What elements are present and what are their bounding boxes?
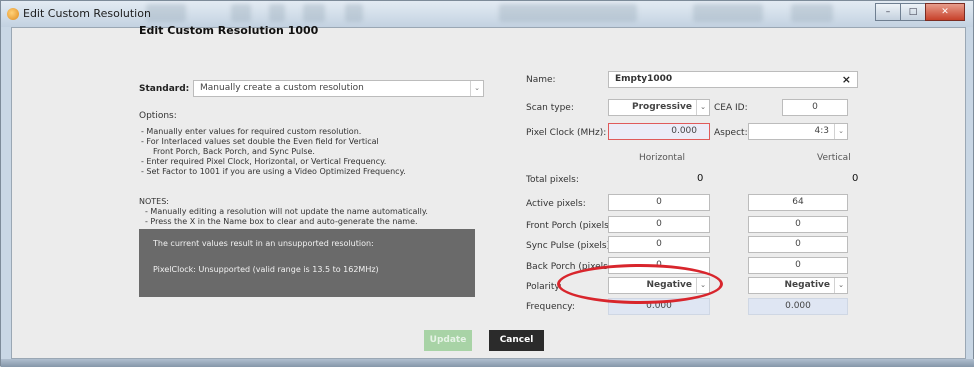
- front-porch-h-input[interactable]: 0: [608, 216, 710, 233]
- total-pixels-label: Total pixels:: [526, 175, 579, 185]
- front-porch-v-input[interactable]: 0: [748, 216, 848, 233]
- sync-pulse-h-input[interactable]: 0: [608, 236, 710, 253]
- window-title: Edit Custom Resolution: [23, 7, 151, 20]
- clear-name-icon[interactable]: ×: [842, 72, 851, 87]
- cea-id-field[interactable]: 0: [782, 99, 848, 116]
- total-pixels-v: 0: [852, 173, 859, 184]
- pixel-clock-label: Pixel Clock (MHz):: [526, 128, 607, 138]
- note-line: - Manually editing a resolution will not…: [145, 207, 428, 216]
- options-label: Options:: [139, 111, 177, 121]
- name-value: Empty1000: [615, 74, 673, 84]
- update-button[interactable]: Update: [424, 330, 472, 351]
- frequency-v-field: 0.000: [748, 298, 848, 315]
- polarity-v-dropdown[interactable]: Negative ⌄: [748, 277, 848, 294]
- chevron-down-icon: ⌄: [834, 278, 847, 293]
- front-porch-label: Front Porch (pixels):: [526, 221, 616, 231]
- standard-dropdown[interactable]: Manually create a custom resolution ⌄: [193, 80, 484, 97]
- sync-pulse-label: Sync Pulse (pixels):: [526, 241, 614, 251]
- vertical-header: Vertical: [817, 153, 851, 163]
- close-button[interactable]: ✕: [925, 3, 965, 21]
- app-icon: [7, 8, 19, 20]
- warning-detail: PixelClock: Unsupported (valid range is …: [153, 265, 379, 274]
- option-line: - For Interlaced values set double the E…: [141, 137, 379, 146]
- dialog-title: Edit Custom Resolution 1000: [139, 24, 319, 37]
- options-list: - Manually enter values for required cus…: [141, 127, 406, 177]
- option-line: - Manually enter values for required cus…: [141, 127, 362, 136]
- back-porch-v-input[interactable]: 0: [748, 257, 848, 274]
- active-pixels-v-input[interactable]: 64: [748, 194, 848, 211]
- active-pixels-label: Active pixels:: [526, 199, 586, 209]
- minimize-button[interactable]: –: [875, 3, 901, 21]
- warning-panel: The current values result in an unsuppor…: [139, 229, 475, 297]
- scan-type-dropdown[interactable]: Progressive ⌄: [608, 99, 710, 116]
- window: Edit Custom Resolution – □ ✕ Edit Custom…: [0, 0, 974, 367]
- scan-type-value: Progressive: [632, 102, 692, 112]
- name-label: Name:: [526, 75, 556, 85]
- option-line: - Set Factor to 1001 if you are using a …: [141, 167, 406, 176]
- total-pixels-h: 0: [697, 173, 704, 184]
- frequency-label: Frequency:: [526, 302, 575, 312]
- option-line: Front Porch, Back Porch, and Sync Pulse.: [153, 147, 315, 156]
- aspect-dropdown[interactable]: 4:3 ⌄: [748, 123, 848, 140]
- chevron-down-icon: ⌄: [470, 81, 483, 96]
- scan-type-label: Scan type:: [526, 103, 574, 113]
- chevron-down-icon: ⌄: [696, 100, 709, 115]
- aspect-label: Aspect:: [714, 128, 748, 138]
- notes-label: NOTES:: [139, 197, 169, 206]
- highlight-ellipse: [557, 264, 723, 304]
- standard-value: Manually create a custom resolution: [200, 83, 364, 93]
- name-input[interactable]: Empty1000 ×: [608, 71, 858, 88]
- standard-label: Standard:: [139, 84, 190, 94]
- horizontal-header: Horizontal: [639, 153, 685, 163]
- note-line: - Press the X in the Name box to clear a…: [145, 217, 418, 226]
- warning-text: The current values result in an unsuppor…: [153, 239, 374, 248]
- notes-list: - Manually editing a resolution will not…: [145, 207, 428, 227]
- cea-id-label: CEA ID:: [714, 103, 748, 113]
- sync-pulse-v-input[interactable]: 0: [748, 236, 848, 253]
- maximize-button[interactable]: □: [900, 3, 926, 21]
- option-line: - Enter required Pixel Clock, Horizontal…: [141, 157, 387, 166]
- chevron-down-icon: ⌄: [834, 124, 847, 139]
- cancel-button[interactable]: Cancel: [489, 330, 544, 351]
- pixel-clock-input[interactable]: 0.000: [608, 123, 710, 140]
- active-pixels-h-input[interactable]: 0: [608, 194, 710, 211]
